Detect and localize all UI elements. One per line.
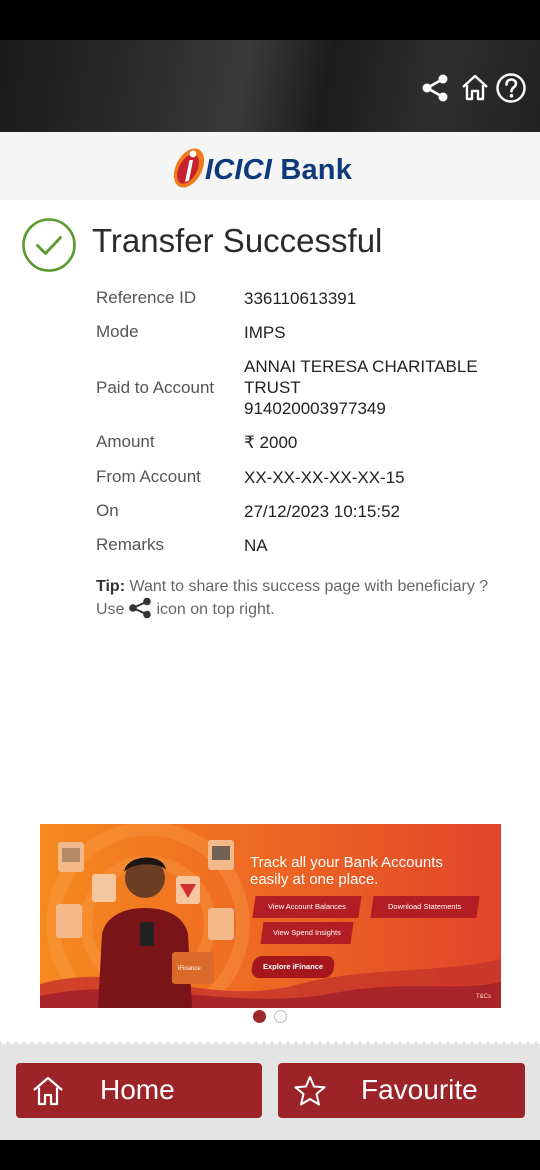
detail-label: Reference ID: [96, 288, 197, 307]
detail-value: NA: [244, 535, 268, 555]
view-spend-insights-button[interactable]: View Spend Insights: [260, 922, 354, 944]
check-circle-icon: [22, 218, 76, 272]
detail-label: From Account: [96, 467, 201, 486]
detail-label: Mode: [96, 322, 139, 341]
explore-ifinance-button[interactable]: Explore iFinance: [250, 956, 336, 978]
status-bar: [0, 0, 540, 40]
carousel-dot[interactable]: [274, 1010, 287, 1023]
share-icon[interactable]: [419, 72, 451, 104]
view-account-balances-button[interactable]: View Account Balances: [252, 896, 362, 918]
favourite-button-label: Favourite: [361, 1074, 478, 1105]
transaction-details: Reference ID 336110613391 Mode IMPS Paid…: [96, 284, 516, 561]
detail-row-mode: Mode IMPS: [96, 312, 516, 352]
home-button-label: Home: [100, 1074, 175, 1105]
detail-value-paid-to: ANNAI TERESA CHARITABLE TRUST 9140200039…: [244, 356, 516, 419]
explore-ifinance-label: Explore iFinance: [262, 962, 324, 971]
icici-bank-logo: ICICI Bank: [169, 144, 379, 192]
detail-label: On: [96, 501, 119, 520]
help-icon[interactable]: [495, 72, 527, 104]
home-icon[interactable]: [459, 72, 491, 104]
payee-account-number: 914020003977349: [244, 399, 386, 418]
detail-value: ₹ 2000: [244, 432, 298, 452]
detail-row-from-account: From Account XX-XX-XX-XX-XX-15: [96, 461, 516, 493]
terms-link[interactable]: T&Cs: [476, 994, 491, 1000]
detail-row-amount: Amount ₹ 2000: [96, 423, 516, 461]
tip-text-after: icon on top right.: [156, 601, 275, 618]
detail-value: IMPS: [244, 322, 286, 342]
star-icon: [294, 1076, 326, 1106]
download-statements-label: Download Statements: [388, 902, 462, 911]
logo-brand: ICICI: [205, 154, 273, 186]
tip-text-before: Want to share this success page with ben…: [96, 578, 489, 618]
favourite-button[interactable]: Favourite: [278, 1063, 525, 1118]
detail-value: XX-XX-XX-XX-XX-15: [244, 467, 405, 487]
home-button[interactable]: Home: [16, 1063, 262, 1118]
ifinance-promo-banner[interactable]: Track all your Bank Accounts easily at o…: [40, 824, 501, 1008]
logo-bank: Bank: [280, 154, 353, 186]
download-statements-button[interactable]: Download Statements: [370, 896, 480, 918]
view-spend-insights-label: View Spend Insights: [273, 928, 341, 937]
detail-label: Remarks: [96, 535, 165, 554]
payee-name-line2: TRUST: [244, 378, 301, 397]
banner-title-line1: Track all your Bank Accounts: [250, 854, 443, 871]
banner-title-line2: easily at one place.: [250, 871, 379, 888]
detail-row-on: On 27/12/2023 10:15:52: [96, 493, 516, 529]
phone-badge: iFinance: [178, 966, 201, 972]
carousel-dot-active[interactable]: [253, 1010, 266, 1023]
detail-row-paid-to: Paid to Account ANNAI TERESA CHARITABLE …: [96, 352, 516, 423]
share-tip: Tip: Want to share this success page wit…: [96, 576, 496, 620]
logo-text: ICICI Bank: [205, 154, 352, 187]
detail-label: Paid to Account: [96, 377, 215, 397]
view-account-balances-label: View Account Balances: [268, 902, 346, 911]
detail-value: 336110613391: [244, 288, 357, 308]
detail-row-remarks: Remarks NA: [96, 529, 516, 561]
detail-row-reference: Reference ID 336110613391: [96, 284, 516, 312]
icici-i-icon: [173, 148, 205, 188]
home-icon: [33, 1076, 63, 1106]
detail-value: 27/12/2023 10:15:52: [244, 501, 400, 521]
system-nav-bar: [0, 1140, 540, 1170]
tip-prefix: Tip:: [96, 578, 126, 595]
banner-title: Track all your Bank Accounts easily at o…: [250, 854, 490, 888]
share-icon: [129, 597, 152, 619]
payee-name-line1: ANNAI TERESA CHARITABLE: [244, 357, 478, 376]
carousel-indicator: [253, 1010, 293, 1024]
detail-label: Amount: [96, 432, 155, 451]
success-title: Transfer Successful: [92, 222, 383, 259]
